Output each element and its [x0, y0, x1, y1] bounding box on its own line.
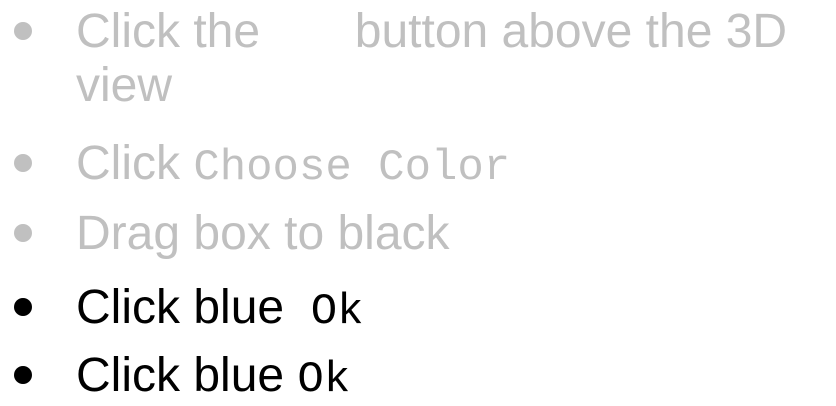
item-text: Click Choose Color	[76, 138, 510, 194]
item-text-part: button above the 3D	[354, 5, 788, 58]
item-text-continuation: view	[76, 59, 173, 112]
code-label: Ok	[297, 355, 351, 405]
bullet-icon	[14, 298, 32, 316]
code-label: Ok	[310, 287, 364, 337]
item-text-part: Click blue	[76, 349, 285, 402]
bullet-icon	[14, 22, 32, 40]
item-text-part: Click	[76, 137, 180, 190]
item-text: Drag box to black	[76, 207, 450, 260]
item-text-part: Click blue	[76, 281, 285, 334]
item-text: Click the button above the 3D	[76, 6, 787, 58]
item-text: Click blue Ok	[76, 282, 364, 338]
bullet-icon	[14, 366, 32, 384]
bullet-icon	[14, 224, 32, 242]
button-placeholder-icon	[273, 14, 341, 54]
item-text-part: Click the	[76, 5, 261, 58]
bullet-icon	[14, 154, 32, 172]
instruction-list: Click the button above the 3D view Click…	[0, 0, 836, 405]
code-label: Choose Color	[193, 143, 511, 193]
item-text: Click blue Ok	[76, 350, 350, 406]
